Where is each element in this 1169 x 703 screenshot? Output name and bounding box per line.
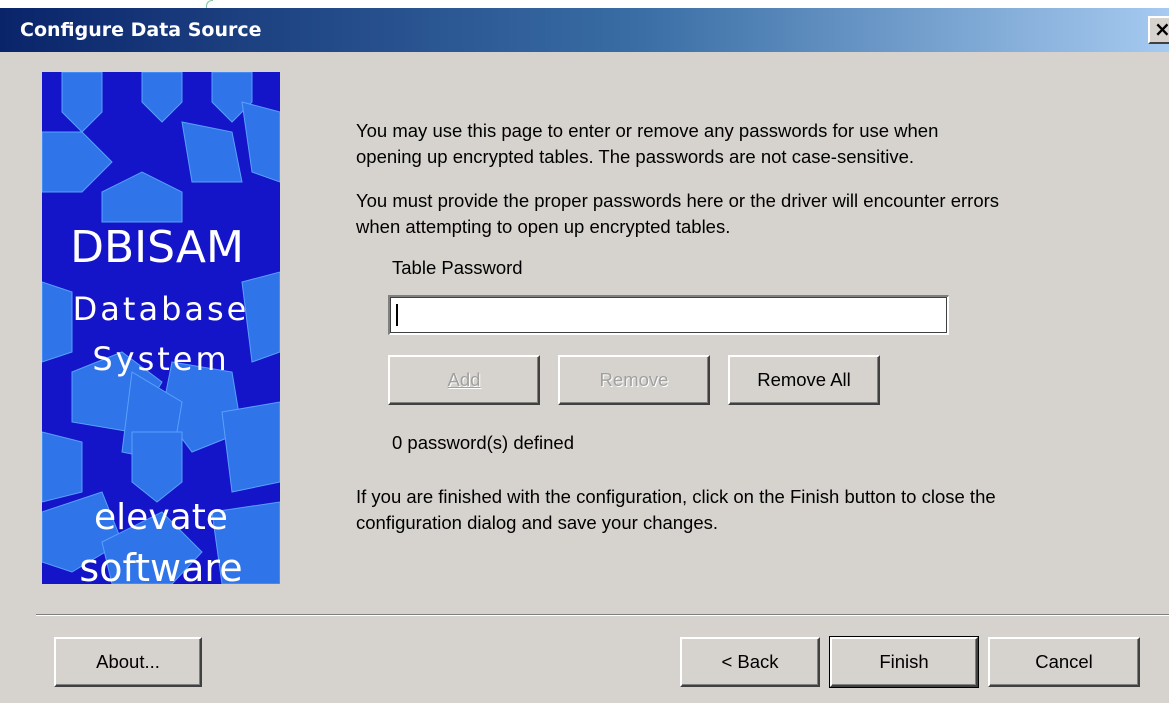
banner-dbisam: DBISAM	[70, 222, 244, 273]
finish-note: If you are finished with the configurati…	[356, 486, 996, 533]
banner-system: System	[92, 340, 230, 378]
text-caret	[396, 304, 398, 326]
cancel-button[interactable]: Cancel	[988, 637, 1140, 687]
back-button[interactable]: < Back	[680, 637, 820, 687]
close-icon: ×	[1154, 18, 1169, 41]
top-strip	[0, 0, 1169, 9]
remove-button[interactable]: Remove	[558, 355, 710, 405]
banner-software: software	[79, 546, 243, 584]
title-bar[interactable]: Configure Data Source	[0, 8, 1169, 52]
window-title: Configure Data Source	[20, 19, 262, 41]
add-button[interactable]: Add	[388, 355, 540, 405]
close-button[interactable]: ×	[1148, 16, 1169, 44]
finish-button[interactable]: Finish	[829, 636, 979, 688]
table-password-input[interactable]	[388, 295, 949, 335]
banner-database: Database	[72, 290, 250, 328]
table-password-label: Table Password	[392, 257, 523, 278]
product-banner: DBISAM Database System elevate software	[42, 72, 280, 584]
about-button[interactable]: About...	[54, 637, 202, 687]
password-count: 0 password(s) defined	[392, 432, 575, 453]
banner-elevate: elevate	[94, 497, 228, 538]
footer-separator	[36, 614, 1169, 616]
remove-all-button[interactable]: Remove All	[728, 355, 880, 405]
warning-text: You must provide the proper passwords he…	[356, 190, 1000, 237]
intro-text: You may use this page to enter or remove…	[356, 120, 939, 167]
